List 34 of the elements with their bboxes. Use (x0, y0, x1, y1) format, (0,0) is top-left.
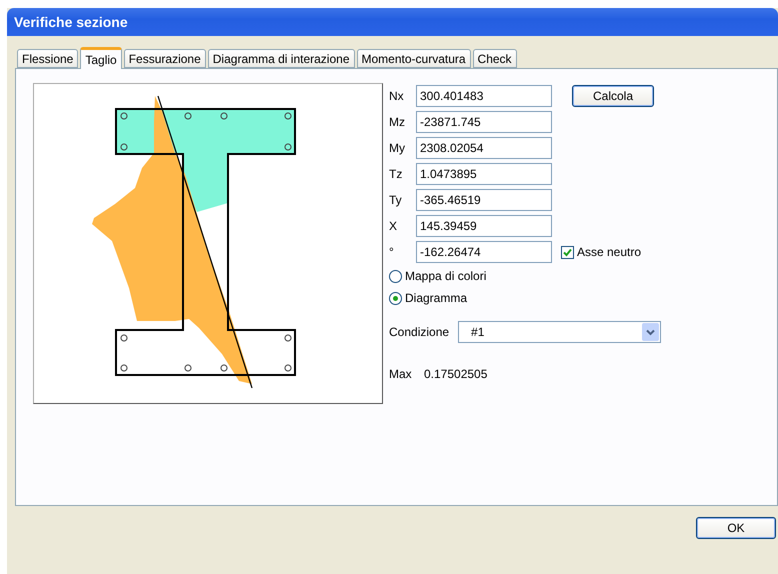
field-label: X (389, 219, 398, 233)
chevron-down-icon (642, 323, 660, 341)
radio-button[interactable] (389, 292, 402, 304)
value-field[interactable]: -365.46519 (416, 189, 552, 211)
checkbox-label: Asse neutro (577, 245, 642, 259)
condition-dropdown[interactable]: #1 (458, 321, 662, 343)
value-field[interactable]: 2308.02054 (416, 137, 552, 159)
value-field[interactable]: -23871.745 (416, 111, 552, 133)
tab[interactable]: Momento-curvatura (356, 49, 471, 68)
window-title: Verifiche sezione (14, 14, 128, 30)
calculate-button[interactable]: Calcola (572, 85, 654, 107)
field-label: Nx (389, 89, 405, 103)
tab[interactable]: Fessurazione (124, 49, 206, 68)
checkbox[interactable] (561, 246, 574, 258)
field-label: My (389, 141, 406, 155)
field-label: Tz (389, 167, 404, 181)
tab[interactable]: Check (472, 49, 517, 68)
value-field[interactable]: 300.401483 (416, 85, 552, 107)
value-field[interactable]: -162.26474 (416, 241, 552, 263)
radio-label: Mappa di colori (405, 269, 486, 283)
condition-label: Condizione (389, 325, 450, 339)
tab[interactable]: Flessione (17, 49, 78, 68)
value-field[interactable]: 145.39459 (416, 215, 552, 237)
max-value: 0.17502505 (424, 367, 488, 381)
field-label: Ty (389, 193, 403, 207)
tab[interactable]: Diagramma di interazione (208, 49, 354, 68)
tab[interactable]: Taglio (80, 47, 122, 69)
field-label: Mz (389, 115, 406, 129)
ok-button[interactable]: OK (696, 517, 776, 539)
radio-button[interactable] (389, 270, 402, 282)
value-field[interactable]: 1.0473895 (416, 163, 552, 185)
radio-label: Diagramma (405, 291, 468, 305)
field-label: ° (389, 245, 395, 259)
max-label: Max (389, 367, 413, 381)
